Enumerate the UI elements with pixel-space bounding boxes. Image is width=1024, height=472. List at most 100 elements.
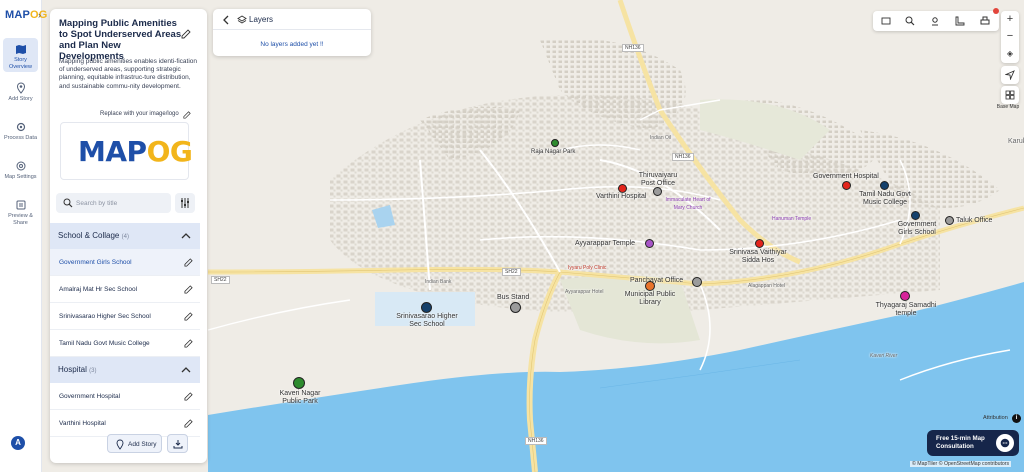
layers-panel: Layers No layers added yet !! xyxy=(213,9,371,56)
story-panel: Mapping Public Amenities to Spot Underse… xyxy=(50,9,207,463)
group-header-hospital[interactable]: Hospital (3) xyxy=(50,357,200,383)
basemap-button[interactable] xyxy=(1001,86,1019,104)
list-item[interactable]: Amalraj Mat Hr Sec School xyxy=(50,276,200,303)
chevron-right-icon[interactable]: › xyxy=(38,10,41,20)
list-item[interactable]: Government Girls School xyxy=(50,249,200,276)
chat-icon xyxy=(1000,438,1010,448)
navigation-icon xyxy=(1004,70,1015,81)
preview-icon xyxy=(16,200,25,210)
download-icon xyxy=(173,440,183,449)
map-copyright: © MapTiler © OpenStreetMap contributors xyxy=(910,461,1012,467)
edit-icon[interactable] xyxy=(183,111,191,119)
chevron-left-icon[interactable] xyxy=(221,15,231,25)
school-marker[interactable] xyxy=(911,211,920,220)
rail-item-map-settings[interactable]: Map Settings xyxy=(3,160,38,188)
panel-actions: Add Story xyxy=(107,434,190,454)
filter-icon xyxy=(181,198,189,208)
location-icon[interactable] xyxy=(930,16,940,26)
park-marker[interactable] xyxy=(551,139,559,147)
settings-icon xyxy=(16,161,25,171)
filter-button[interactable] xyxy=(175,193,195,213)
edit-icon[interactable] xyxy=(184,392,193,401)
list-item[interactable]: Tamil Nadu Govt Music College xyxy=(50,330,200,357)
basemap-icon xyxy=(1005,90,1015,100)
search-input[interactable] xyxy=(76,196,166,210)
place-label: Thiruvaiyaru Post Office xyxy=(638,172,678,187)
edit-icon[interactable] xyxy=(184,258,193,267)
search-icon[interactable] xyxy=(905,16,915,26)
park-marker[interactable] xyxy=(293,377,305,389)
avatar[interactable]: A xyxy=(11,436,25,450)
map-label: Alagappan Hotel xyxy=(748,283,785,289)
locate-button[interactable] xyxy=(1001,66,1019,84)
compass-button[interactable]: ◈ xyxy=(1001,45,1019,62)
map-label: Hanuman Temple xyxy=(772,216,812,222)
rail-item-add-story[interactable]: Add Story xyxy=(3,82,38,110)
chevron-up-icon[interactable] xyxy=(181,231,191,241)
edit-icon[interactable] xyxy=(181,29,191,39)
zoom-out-button[interactable]: − xyxy=(1001,28,1019,45)
temple-marker[interactable] xyxy=(900,291,910,301)
replace-logo-label[interactable]: Replace with your image/logo xyxy=(100,111,179,117)
road-label: NH136 xyxy=(622,44,644,52)
edit-icon[interactable] xyxy=(184,312,193,321)
measure-icon[interactable] xyxy=(955,16,965,26)
layers-icon xyxy=(237,15,247,24)
place-label: Varthini Hospital xyxy=(596,193,647,200)
divider xyxy=(213,29,371,30)
group-header-school[interactable]: School & Collage (4) xyxy=(50,223,200,249)
office-marker[interactable] xyxy=(692,277,702,287)
road-label: NH136 xyxy=(525,437,547,445)
add-story-button[interactable]: Add Story xyxy=(107,434,162,453)
map-label: Karukud xyxy=(1008,138,1024,145)
zoom-control: + − ◈ xyxy=(1001,11,1019,63)
layers-empty-text: No layers added yet !! xyxy=(260,41,324,48)
library-marker[interactable] xyxy=(645,281,655,291)
office-marker[interactable] xyxy=(945,216,954,225)
hospital-marker[interactable] xyxy=(842,181,851,190)
map-view-icon[interactable] xyxy=(881,16,891,26)
story-logo[interactable]: MAPOG xyxy=(60,122,193,180)
rail-item-story-overview[interactable]: Story Overview xyxy=(3,38,38,72)
list-item[interactable]: Government Hospital xyxy=(50,383,200,410)
place-label: Thyagaraj Samadhi temple xyxy=(875,302,937,317)
school-marker[interactable] xyxy=(880,181,889,190)
pin-icon xyxy=(116,439,124,450)
temple-marker[interactable] xyxy=(645,239,654,248)
rail-item-process-data[interactable]: Process Data xyxy=(3,121,38,149)
school-marker[interactable] xyxy=(421,302,432,313)
place-label: Government Girls School xyxy=(897,221,937,236)
place-label: Panchayat Office xyxy=(630,277,684,284)
consultation-button[interactable]: Free 15-min Map Consultation xyxy=(927,430,1019,456)
download-button[interactable] xyxy=(167,434,188,453)
map-icon xyxy=(15,45,26,54)
edit-icon[interactable] xyxy=(184,285,193,294)
zoom-in-button[interactable]: + xyxy=(1001,11,1019,28)
place-label: Tamil Nadu Govt Music College xyxy=(859,191,911,206)
chevron-up-icon[interactable] xyxy=(181,365,191,375)
bus-stand-marker[interactable] xyxy=(510,302,521,313)
attribution-label[interactable]: Attribution xyxy=(983,415,1008,421)
search-box[interactable] xyxy=(56,193,171,213)
map-label: Indian Oil xyxy=(650,135,672,141)
edit-icon[interactable] xyxy=(184,339,193,348)
layers-title: Layers xyxy=(249,15,274,24)
map-label: Indian Bank xyxy=(425,279,452,285)
list-item[interactable]: Srinivasarao Higher Sec School xyxy=(50,303,200,330)
place-label: Srinivasa Vaithiyar Sidda Hos xyxy=(729,249,787,264)
basemap-label: Base Map xyxy=(996,104,1020,110)
story-description: Mapping public amenities enables identi-… xyxy=(59,58,198,90)
search-icon xyxy=(63,198,73,208)
rail-item-preview-share[interactable]: Preview & Share xyxy=(3,199,38,227)
print-icon[interactable] xyxy=(980,16,990,26)
office-marker[interactable] xyxy=(653,187,662,196)
app-logo: MAPOG xyxy=(5,9,48,21)
chat-button[interactable] xyxy=(996,434,1014,452)
list-item[interactable]: Varthini Hospital xyxy=(50,410,200,437)
map-label: Iyyaru Poly Clinic xyxy=(568,265,607,271)
edit-icon[interactable] xyxy=(184,419,193,428)
left-rail: MAPOG › Story Overview Add Story Process… xyxy=(0,0,47,472)
hospital-marker[interactable] xyxy=(755,239,764,248)
info-icon[interactable]: i xyxy=(1012,414,1021,423)
hospital-marker[interactable] xyxy=(618,184,627,193)
